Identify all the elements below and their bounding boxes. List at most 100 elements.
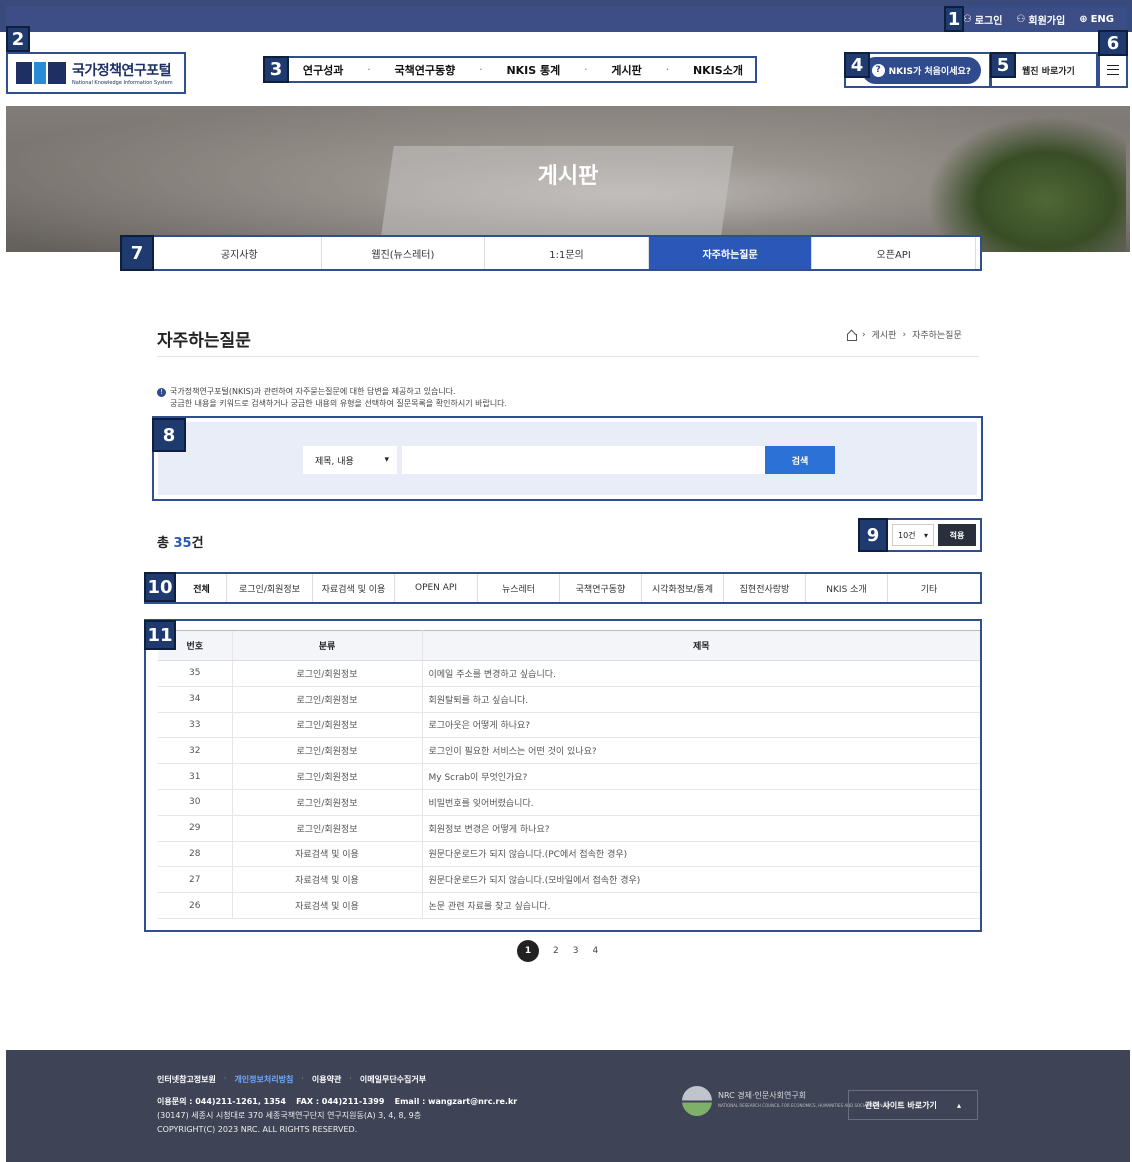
join-link[interactable]: ⚇ 회원가입 <box>1016 12 1065 27</box>
title-divider <box>157 356 979 357</box>
category-all[interactable]: 전체 <box>177 574 227 602</box>
row-title[interactable]: 회원정보 변경은 어떻게 하나요? <box>422 815 980 842</box>
row-title[interactable]: My Scrab이 무엇인가요? <box>422 763 980 790</box>
category-lounge[interactable]: 집현전사랑방 <box>724 574 806 602</box>
table-row[interactable]: 26 자료검색 및 이용 논문 관련 자료를 찾고 싶습니다. <box>158 892 980 919</box>
table-row[interactable]: 31 로그인/회원정보 My Scrab이 무엇인가요? <box>158 763 980 790</box>
category-trends[interactable]: 국책연구동향 <box>560 574 642 602</box>
hero-banner: 게시판 <box>6 106 1130 252</box>
related-sites-select[interactable]: 관련 사이트 바로가기 ▴ <box>848 1090 978 1120</box>
table-row[interactable]: 27 자료검색 및 이용 원문다운로드가 되지 않습니다.(모바일에서 접속한 경우… <box>158 866 980 894</box>
chevron-right-icon: › <box>902 329 907 340</box>
row-title[interactable]: 로그아웃은 어떻게 하나요? <box>422 712 980 739</box>
footer-link-privacy[interactable]: 개인정보처리방침 <box>234 1074 293 1085</box>
row-title[interactable]: 논문 관련 자료를 찾고 싶습니다. <box>422 892 980 919</box>
category-filter: 전체 로그인/회원정보 자료검색 및 이용 OPEN API 뉴스레터 국책연구… <box>144 572 982 604</box>
logo-title: 국가정책연구포털 <box>72 63 172 79</box>
table-row[interactable]: 30 로그인/회원정보 비밀번호를 잊어버렸습니다. <box>158 789 980 816</box>
category-login[interactable]: 로그인/회원정보 <box>227 574 313 602</box>
row-number: 26 <box>158 892 232 919</box>
caret-down-icon: ▾ <box>384 455 389 465</box>
logo-mark <box>16 62 66 84</box>
row-category: 로그인/회원정보 <box>231 660 423 687</box>
category-about[interactable]: NKIS 소개 <box>806 574 888 602</box>
breadcrumb-board[interactable]: 게시판 <box>872 328 897 341</box>
nkis-guide-button[interactable]: ? NKIS가 처음이세요? <box>861 56 981 84</box>
search-field-select[interactable]: 제목, 내용 ▾ <box>303 446 397 474</box>
globe-icon: ⊕ <box>1079 13 1088 25</box>
page-3[interactable]: 3 <box>573 946 579 956</box>
row-title[interactable]: 비밀번호를 잊어버렸습니다. <box>422 789 980 816</box>
table-row[interactable]: 29 로그인/회원정보 회원정보 변경은 어떻게 하나요? <box>158 815 980 842</box>
row-title[interactable]: 로그인이 필요한 서비스는 어떤 것이 있나요? <box>422 737 980 765</box>
all-menu-button[interactable] <box>1098 52 1128 88</box>
table-row[interactable]: 35 로그인/회원정보 이메일 주소를 변경하고 싶습니다. <box>158 660 980 687</box>
nav-research[interactable]: 연구성과 <box>303 62 343 78</box>
row-title[interactable]: 회원탈퇴를 하고 싶습니다. <box>422 686 980 713</box>
page-4[interactable]: 4 <box>592 946 598 956</box>
row-number: 32 <box>158 737 232 765</box>
row-number: 35 <box>158 660 232 687</box>
row-title[interactable]: 원문다운로드가 되지 않습니다.(모바일에서 접속한 경우) <box>422 866 980 894</box>
apply-button[interactable]: 적용 <box>938 524 976 546</box>
tab-notice[interactable]: 공지사항 <box>158 237 322 269</box>
search-button[interactable]: 검색 <box>765 446 835 474</box>
user-plus-icon: ⚇ <box>1016 13 1026 25</box>
page-2[interactable]: 2 <box>553 946 559 956</box>
row-category: 로그인/회원정보 <box>231 712 423 739</box>
row-number: 33 <box>158 712 232 739</box>
tab-webzine[interactable]: 웹진(뉴스레터) <box>322 237 486 269</box>
row-title[interactable]: 원문다운로드가 되지 않습니다.(PC에서 접속한 경우) <box>422 841 980 868</box>
row-number: 34 <box>158 686 232 713</box>
search-panel: 제목, 내용 ▾ 검색 <box>152 416 983 501</box>
site-logo[interactable]: 국가정책연구포털 National Knowledge Information … <box>6 52 186 94</box>
nav-board[interactable]: 게시판 <box>611 62 641 78</box>
breadcrumb-faq[interactable]: 자주하는질문 <box>912 328 962 341</box>
page-1[interactable]: 1 <box>517 940 539 962</box>
question-icon: ? <box>871 63 885 77</box>
table-row[interactable]: 32 로그인/회원정보 로그인이 필요한 서비스는 어떤 것이 있나요? <box>158 737 980 765</box>
tab-inquiry[interactable]: 1:1문의 <box>485 237 649 269</box>
login-link[interactable]: ⚇ 로그인 <box>963 12 1003 27</box>
footer-link-email-refusal[interactable]: 이메일무단수집거부 <box>360 1074 426 1085</box>
header-category: 분류 <box>231 630 423 661</box>
category-etc[interactable]: 기타 <box>888 574 970 602</box>
marker-11: 11 <box>144 620 176 650</box>
tab-faq[interactable]: 자주하는질문 <box>648 237 813 269</box>
marker-7: 7 <box>120 235 154 271</box>
category-newsletter[interactable]: 뉴스레터 <box>478 574 560 602</box>
footer: 인터넷참고정보원 · 개인정보처리방침 · 이용약관 · 이메일무단수집거부 이… <box>6 1050 1130 1162</box>
table-row[interactable]: 28 자료검색 및 이용 원문다운로드가 되지 않습니다.(PC에서 접속한 경우) <box>158 841 980 868</box>
logo-subtitle: National Knowledge Information System <box>72 80 173 86</box>
nav-about[interactable]: NKIS소개 <box>693 62 743 78</box>
page-size-select[interactable]: 10건 ▾ <box>892 524 934 546</box>
row-category: 로그인/회원정보 <box>231 763 423 790</box>
caret-down-icon: ▾ <box>923 530 928 540</box>
row-category: 로그인/회원정보 <box>231 789 423 816</box>
language-link[interactable]: ⊕ ENG <box>1079 14 1114 25</box>
row-number: 31 <box>158 763 232 790</box>
category-visual[interactable]: 시각화정보/통계 <box>642 574 724 602</box>
table-row[interactable]: 34 로그인/회원정보 회원탈퇴를 하고 싶습니다. <box>158 686 980 713</box>
nav-stats[interactable]: NKIS 통계 <box>506 62 560 78</box>
row-title[interactable]: 이메일 주소를 변경하고 싶습니다. <box>422 660 980 687</box>
hero-title: 게시판 <box>537 164 599 189</box>
search-input[interactable] <box>402 446 765 474</box>
category-search[interactable]: 자료검색 및 이용 <box>313 574 395 602</box>
category-openapi[interactable]: OPEN API <box>395 574 478 602</box>
table-row[interactable]: 33 로그인/회원정보 로그아웃은 어떻게 하나요? <box>158 712 980 739</box>
footer-link-reference[interactable]: 인터넷참고정보원 <box>157 1074 216 1085</box>
row-number: 27 <box>158 866 232 894</box>
faq-table-panel: 번호 분류 제목 35 로그인/회원정보 이메일 주소를 변경하고 싶습니다. 34 로… <box>144 619 982 932</box>
footer-links: 인터넷참고정보원 · 개인정보처리방침 · 이용약관 · 이메일무단수집거부 <box>157 1074 427 1085</box>
marker-1: 1 <box>944 6 964 32</box>
board-tabs: 공지사항 웹진(뉴스레터) 1:1문의 자주하는질문 오픈API <box>120 235 982 271</box>
tab-openapi[interactable]: 오픈API <box>812 237 976 269</box>
home-icon[interactable] <box>846 330 857 341</box>
user-icon: ⚇ <box>962 13 972 25</box>
utility-menu: ⚇ 로그인 ⚇ 회원가입 ⊕ ENG <box>950 6 1128 32</box>
row-category: 로그인/회원정보 <box>231 815 423 842</box>
nav-trends[interactable]: 국책연구동향 <box>395 62 456 78</box>
footer-link-terms[interactable]: 이용약관 <box>312 1074 341 1085</box>
marker-6: 6 <box>1098 30 1128 56</box>
